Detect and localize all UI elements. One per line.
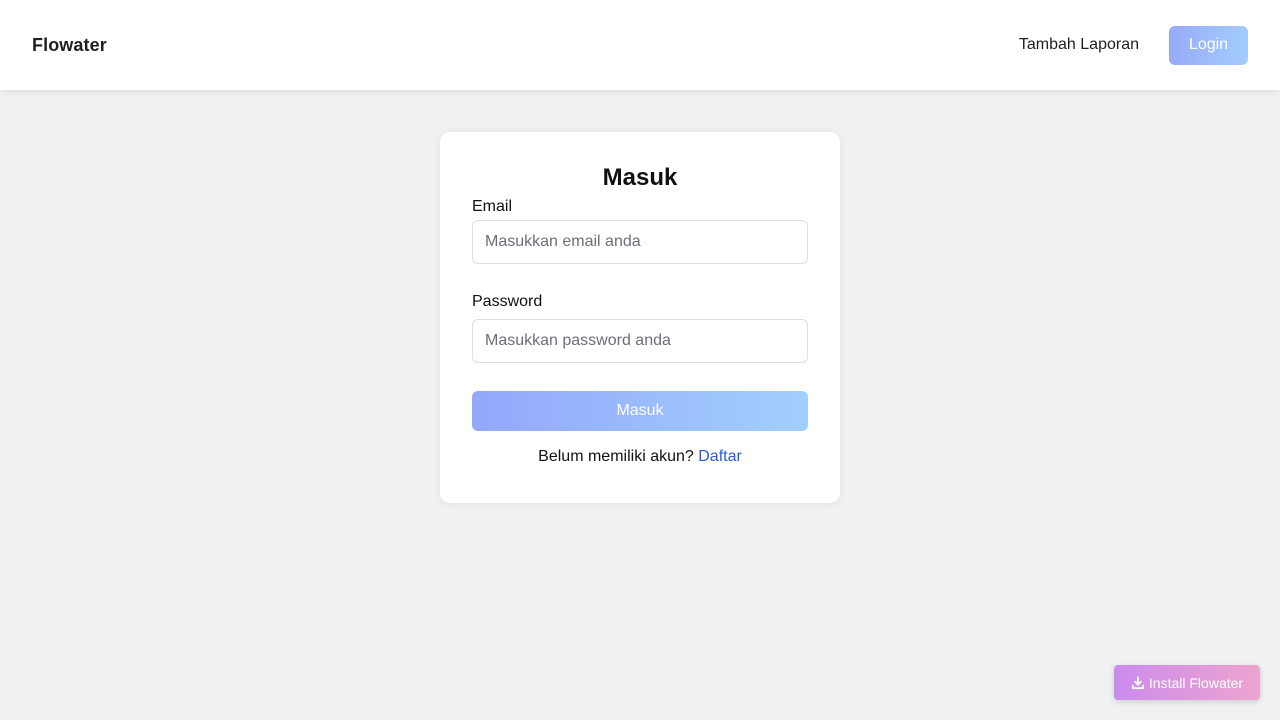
install-app-button[interactable]: Install Flowater (1114, 665, 1260, 700)
password-input[interactable] (472, 319, 808, 363)
password-label: Password (472, 293, 543, 310)
email-label: Email (472, 198, 513, 215)
nav-right: Tambah Laporan Login (1019, 25, 1248, 65)
download-icon (1131, 676, 1145, 690)
install-app-label: Install Flowater (1148, 674, 1244, 691)
register-link[interactable]: Daftar (698, 448, 742, 465)
submit-login-button[interactable]: Masuk (472, 391, 808, 431)
brand-logo-text[interactable]: Flowater (32, 35, 107, 56)
nav-link-add-report[interactable]: Tambah Laporan (1019, 36, 1139, 54)
register-prompt: Belum memiliki akun? (538, 448, 694, 465)
top-navbar: Flowater Tambah Laporan Login (0, 0, 1280, 90)
login-card: Masuk Email Password Masuk Belum memilik… (440, 132, 840, 503)
login-button[interactable]: Login (1169, 25, 1248, 65)
email-input[interactable] (472, 220, 808, 264)
register-line: Belum memiliki akun? Daftar (472, 447, 808, 467)
page-title: Masuk (602, 164, 678, 191)
